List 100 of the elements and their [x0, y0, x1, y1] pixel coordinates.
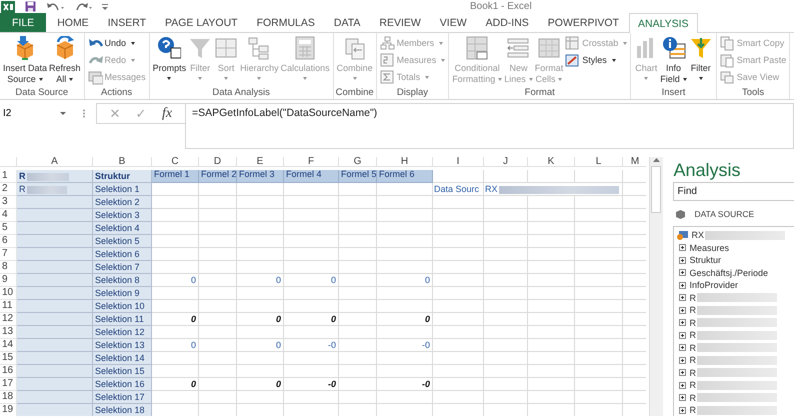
ribbon-tab[interactable]: VIEW: [430, 13, 476, 32]
column-header[interactable]: C: [152, 157, 199, 167]
ribbon-button[interactable]: Prompts: [152, 35, 188, 81]
row-header[interactable]: 5: [0, 222, 17, 235]
row-header[interactable]: 14: [0, 339, 17, 352]
row-header[interactable]: 13: [0, 326, 17, 339]
ribbon-tab[interactable]: DATA: [324, 13, 370, 32]
tree-item[interactable]: R: [690, 354, 696, 366]
row-header[interactable]: 8: [0, 261, 17, 274]
expand-icon[interactable]: [678, 356, 686, 364]
tree-item[interactable]: R: [690, 366, 696, 379]
expand-icon[interactable]: [678, 256, 686, 264]
row-header[interactable]: 2: [0, 183, 17, 196]
tree-item[interactable]: R: [690, 316, 696, 329]
ribbon-tab[interactable]: ANALYSIS: [628, 13, 698, 33]
table-cell: [199, 365, 237, 378]
row-header[interactable]: 17: [0, 378, 17, 391]
tree-item[interactable]: R: [690, 404, 696, 416]
save-icon[interactable]: [25, 1, 36, 12]
expand-icon[interactable]: [678, 244, 686, 252]
column-header[interactable]: H: [377, 157, 433, 167]
table-cell: [484, 222, 528, 235]
row-header[interactable]: 16: [0, 365, 17, 378]
pane-title: Analysis: [672, 159, 742, 181]
table-cell: [484, 287, 528, 300]
row-header[interactable]: 15: [0, 352, 17, 365]
column-header[interactable]: F: [284, 157, 339, 167]
column-header[interactable]: D: [199, 157, 237, 167]
tree-item[interactable]: InfoProvider: [690, 279, 738, 292]
ribbon-tab[interactable]: ADD-INS: [476, 13, 538, 32]
column-header[interactable]: G: [339, 157, 377, 167]
row-header[interactable]: 6: [0, 235, 17, 248]
row-header[interactable]: 3: [0, 196, 17, 209]
measures-icon: [380, 52, 395, 68]
row-header[interactable]: 1: [0, 170, 17, 183]
vertical-scrollbar[interactable]: [648, 157, 662, 416]
tree-item[interactable]: RX: [692, 229, 704, 242]
ribbon-tab[interactable]: REVIEW: [370, 13, 430, 32]
table-cell: [199, 287, 237, 300]
expand-icon[interactable]: [678, 394, 686, 402]
undo-icon[interactable]: [46, 2, 64, 12]
table-cell: [433, 300, 484, 313]
expand-icon[interactable]: [678, 406, 686, 414]
tree-item[interactable]: R: [690, 379, 696, 392]
tree-item[interactable]: Measures: [690, 242, 730, 254]
ribbon-button[interactable]: Undo: [86, 35, 147, 51]
column-header[interactable]: K: [528, 157, 575, 167]
scroll-up-icon[interactable]: [652, 157, 660, 163]
expand-icon[interactable]: [678, 282, 686, 289]
column-header[interactable]: A: [17, 157, 93, 167]
find-field[interactable]: Find: [672, 182, 794, 201]
ribbon-tab[interactable]: HOME: [48, 13, 98, 32]
expand-icon[interactable]: [678, 294, 686, 302]
redo-icon[interactable]: [74, 2, 92, 12]
group-label: Data Source: [14, 87, 70, 99]
column-header[interactable]: M: [623, 157, 646, 167]
row-header[interactable]: 18: [0, 391, 17, 404]
tree-item[interactable]: Geschäftsj./Periode: [690, 266, 768, 279]
ribbon-button[interactable]: Insert Data Source: [2, 35, 48, 86]
ribbon-button[interactable]: Filter: [688, 35, 714, 81]
expand-icon[interactable]: [678, 332, 686, 339]
ribbon-tab[interactable]: PAGE LAYOUT: [156, 13, 247, 32]
cell-text: 0: [424, 314, 430, 324]
tree-item[interactable]: Struktur: [690, 254, 722, 266]
ribbon-button[interactable]: Info Field: [659, 35, 688, 86]
ribbon-tab[interactable]: FORMULAS: [248, 13, 324, 32]
table-cell: [484, 274, 528, 287]
insert-function-button[interactable]: fx: [155, 106, 179, 122]
expand-icon[interactable]: [678, 382, 686, 389]
column-header[interactable]: L: [575, 157, 623, 167]
tree-item[interactable]: R: [690, 292, 696, 304]
row-header[interactable]: 7: [0, 248, 17, 261]
file-tab[interactable]: FILE: [0, 13, 46, 32]
ribbon-tab[interactable]: INSERT: [98, 13, 156, 32]
column-header[interactable]: I: [433, 157, 484, 167]
ribbon-button[interactable]: Styles: [564, 52, 628, 68]
tree-item[interactable]: R: [690, 304, 696, 316]
table-cell: [528, 261, 575, 274]
row-header[interactable]: 9: [0, 274, 17, 287]
formula-field[interactable]: =SAPGetInfoLabel("DataSourceName"): [185, 103, 794, 149]
ribbon-button[interactable]: Refresh All: [48, 35, 82, 86]
customize-toolbar-icon[interactable]: [102, 2, 108, 10]
expand-icon[interactable]: [678, 344, 686, 352]
column-header[interactable]: E: [237, 157, 284, 167]
tree-item[interactable]: R: [690, 329, 696, 342]
row-header[interactable]: 11: [0, 300, 17, 313]
tree-item[interactable]: R: [690, 392, 696, 404]
column-header[interactable]: J: [484, 157, 528, 167]
expand-icon[interactable]: [678, 306, 686, 314]
row-header[interactable]: 4: [0, 209, 17, 222]
row-header[interactable]: 10: [0, 287, 17, 300]
tree-item[interactable]: R: [690, 342, 696, 354]
expand-icon[interactable]: [678, 369, 686, 376]
column-header[interactable]: B: [93, 157, 152, 167]
row-header[interactable]: 19: [0, 404, 17, 416]
scrollbar-thumb[interactable]: [651, 166, 662, 213]
expand-icon[interactable]: [678, 269, 686, 276]
expand-icon[interactable]: [678, 319, 686, 326]
ribbon-tab[interactable]: POWERPIVOT: [538, 13, 628, 32]
row-header[interactable]: 12: [0, 313, 17, 326]
